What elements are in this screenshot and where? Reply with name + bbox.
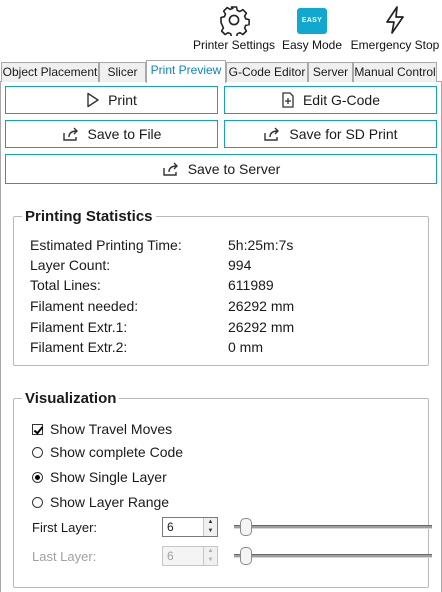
export-icon — [62, 127, 78, 141]
visualization-title: Visualization — [22, 390, 120, 407]
stat-value: 994 — [228, 257, 252, 273]
tab-object-placement[interactable]: Object Placement — [1, 62, 99, 82]
gear-icon — [220, 6, 250, 36]
show-layer-range-label: Show Layer Range — [50, 494, 170, 510]
save-sd-label: Save for SD Print — [289, 126, 398, 142]
file-plus-icon — [282, 92, 294, 108]
first-layer-stepper[interactable]: 6 ▲ ▼ — [162, 517, 218, 537]
last-layer-value: 6 — [167, 549, 174, 563]
show-single-layer-radio[interactable]: Show Single Layer — [32, 469, 167, 485]
stepper-arrows-icon[interactable]: ▲ ▼ — [203, 518, 217, 536]
stat-label: Filament Extr.2: — [30, 339, 128, 355]
tab-bar: Object Placement Slicer Print Preview G-… — [0, 60, 442, 83]
stat-label: Estimated Printing Time: — [30, 237, 182, 253]
print-label: Print — [108, 92, 137, 108]
tab-slicer[interactable]: Slicer — [99, 62, 146, 82]
save-to-server-label: Save to Server — [187, 161, 281, 177]
easy-badge: EASY — [297, 8, 327, 34]
slider-thumb[interactable] — [240, 518, 252, 536]
stepper-arrows-icon[interactable]: ▲ ▼ — [203, 547, 217, 565]
lightning-icon — [386, 6, 404, 34]
show-travel-moves-checkbox[interactable]: Show Travel Moves — [32, 421, 172, 437]
stat-value: 0 mm — [228, 339, 263, 355]
stat-label: Filament needed: — [30, 298, 139, 314]
easy-mode-label: Easy Mode — [281, 38, 343, 52]
checkbox-box[interactable] — [32, 423, 43, 435]
stat-label: Filament Extr.1: — [30, 319, 128, 335]
radio-button[interactable] — [32, 471, 43, 483]
export-icon — [162, 162, 178, 176]
print-button[interactable]: Print — [5, 86, 218, 114]
export-icon — [264, 127, 280, 141]
stat-value: 5h:25m:7s — [228, 237, 294, 253]
tab-print-preview[interactable]: Print Preview — [146, 60, 226, 83]
first-layer-label: First Layer: — [32, 520, 98, 535]
edit-gcode-label: Edit G-Code — [302, 92, 381, 108]
show-complete-code-radio[interactable]: Show complete Code — [32, 444, 183, 460]
print-preview-panel: Print Edit G-Code Save to File Save for … — [0, 82, 442, 592]
show-layer-range-radio[interactable]: Show Layer Range — [32, 494, 169, 510]
tab-manual-control[interactable]: Manual Control — [353, 62, 437, 82]
show-single-layer-label: Show Single Layer — [50, 469, 167, 485]
printing-statistics-title: Printing Statistics — [22, 208, 156, 225]
save-to-file-button[interactable]: Save to File — [5, 120, 218, 148]
easy-mode-icon: EASY — [281, 4, 343, 36]
save-to-file-label: Save to File — [87, 126, 162, 142]
printing-statistics-group: Printing Statistics Estimated Printing T… — [13, 208, 429, 366]
show-complete-code-label: Show complete Code — [50, 444, 184, 460]
edit-gcode-button[interactable]: Edit G-Code — [224, 86, 437, 114]
tab-gcode-editor[interactable]: G-Code Editor — [226, 62, 308, 82]
stat-label: Total Lines: — [30, 277, 101, 293]
slider-thumb[interactable] — [240, 547, 252, 565]
emergency-stop-label: Emergency Stop — [350, 38, 440, 52]
tab-server[interactable]: Server — [308, 62, 353, 82]
last-layer-slider[interactable] — [234, 546, 432, 566]
easy-mode-button[interactable]: EASY Easy Mode — [281, 4, 343, 52]
radio-button[interactable] — [32, 496, 43, 508]
printer-settings-label: Printer Settings — [192, 38, 276, 52]
stat-label: Layer Count: — [30, 257, 111, 273]
last-layer-label: Last Layer: — [32, 549, 97, 564]
slider-track — [234, 554, 432, 558]
printer-settings-button[interactable]: Printer Settings — [192, 4, 276, 52]
emergency-stop-button[interactable]: Emergency Stop — [350, 4, 440, 52]
slider-track — [234, 525, 432, 529]
show-travel-moves-label: Show Travel Moves — [50, 421, 173, 437]
save-sd-button[interactable]: Save for SD Print — [224, 120, 437, 148]
top-toolbar: Printer Settings EASY Easy Mode Emergenc… — [0, 0, 442, 58]
stat-value: 26292 mm — [228, 298, 295, 314]
first-layer-slider[interactable] — [234, 517, 432, 537]
visualization-group: Visualization Show Travel Moves Show com… — [13, 390, 432, 588]
radio-button[interactable] — [32, 446, 43, 458]
last-layer-stepper[interactable]: 6 ▲ ▼ — [162, 546, 218, 566]
play-icon — [87, 92, 99, 108]
save-to-server-button[interactable]: Save to Server — [5, 154, 437, 184]
stat-value: 26292 mm — [228, 319, 295, 335]
stat-value: 611989 — [228, 277, 274, 293]
first-layer-value: 6 — [167, 520, 174, 534]
